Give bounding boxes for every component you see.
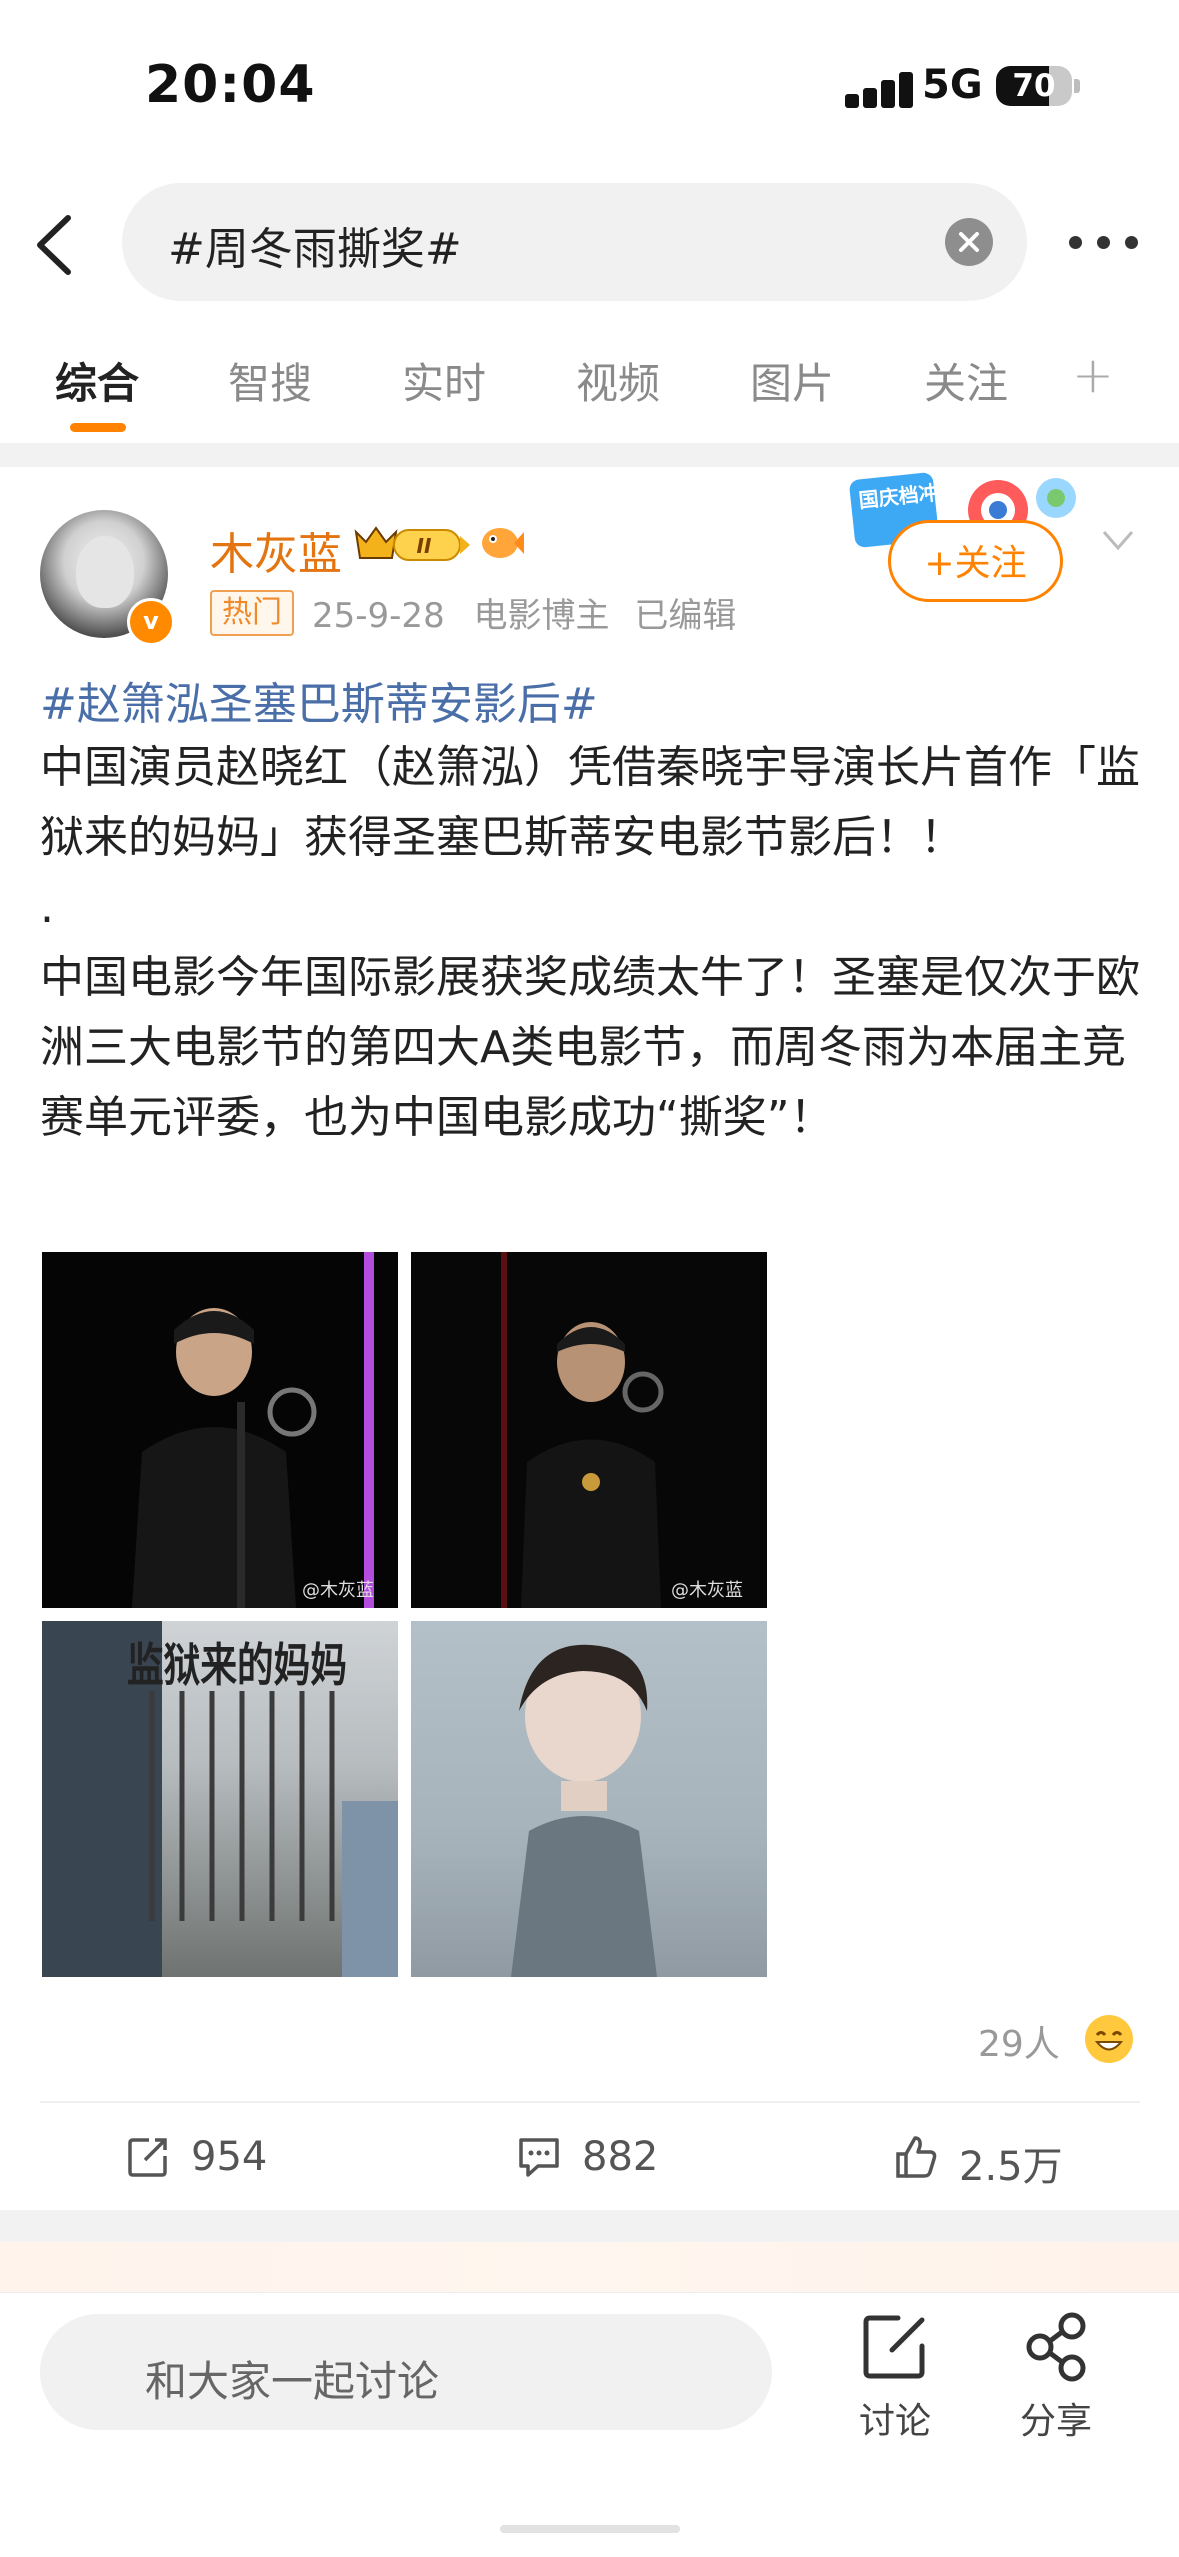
back-icon[interactable] xyxy=(28,210,88,280)
tab-comprehensive[interactable]: 综合 xyxy=(55,350,139,411)
comment-count: 882 xyxy=(582,2134,659,2180)
share-icon[interactable] xyxy=(1020,2310,1094,2384)
author-role: 电影博主 xyxy=(473,596,610,636)
post-image[interactable] xyxy=(411,1621,767,1977)
post-hashtag[interactable]: #赵箫泓圣塞巴斯蒂安影后# xyxy=(40,668,598,732)
next-card-strip xyxy=(0,2242,1179,2292)
repost-icon xyxy=(128,2138,167,2177)
search-query[interactable]: #周冬雨撕奖# xyxy=(168,213,462,277)
thumbs-up-icon xyxy=(896,2136,937,2178)
vip-badge-icon: II xyxy=(352,522,472,566)
chevron-down-icon[interactable] xyxy=(1100,522,1136,558)
post-paragraph: . xyxy=(40,882,54,933)
post-date: 25-9-28 xyxy=(312,596,445,636)
edited-label: 已编辑 xyxy=(634,596,737,636)
network-type: 5G xyxy=(922,62,983,108)
reaction-count[interactable]: 29人 xyxy=(978,2015,1060,2067)
post-paragraph: 中国演员赵晓红（赵箫泓）凭借秦晓宇导演长片首作「监狱来的妈妈」获得圣塞巴斯蒂安电… xyxy=(40,742,1140,863)
post-image[interactable]: @木灰蓝 xyxy=(42,1252,398,1608)
fish-emoji-icon xyxy=(478,520,524,566)
comment-placeholder[interactable]: 和大家一起讨论 xyxy=(145,2348,439,2409)
battery-icon: 70 xyxy=(996,66,1072,106)
status-time: 20:04 xyxy=(145,55,316,115)
section-divider xyxy=(0,443,1179,467)
like-count: 2.5万 xyxy=(959,2144,1063,2190)
comment-icon xyxy=(519,2138,559,2177)
tab-smart-search[interactable]: 智搜 xyxy=(228,350,312,411)
tab-images[interactable]: 图片 xyxy=(750,350,834,411)
discuss-icon[interactable] xyxy=(858,2310,932,2384)
tab-active-indicator xyxy=(70,423,126,432)
vip-level: II xyxy=(417,534,432,558)
section-divider xyxy=(0,2210,1179,2242)
post-body: 中国演员赵晓红（赵箫泓）凭借秦晓宇导演长片首作「监狱来的妈妈」获得圣塞巴斯蒂安电… xyxy=(40,733,1150,1153)
repost-count: 954 xyxy=(191,2134,268,2180)
post-image[interactable]: 监狱来的妈妈 xyxy=(42,1621,398,1977)
image-watermark: @木灰蓝 xyxy=(671,1580,743,1601)
comment-button[interactable]: 882 xyxy=(516,2128,686,2188)
tab-realtime[interactable]: 实时 xyxy=(402,350,486,411)
share-label[interactable]: 分享 xyxy=(1020,2392,1092,2444)
verified-badge-icon: v xyxy=(127,598,175,646)
like-button[interactable]: 2.5万 xyxy=(893,2128,1093,2190)
post-paragraph: 中国电影今年国际影展获奖成绩太牛了！圣塞是仅次于欧洲三大电影节的第四大A类电影节… xyxy=(40,952,1140,1143)
more-icon[interactable] xyxy=(1065,222,1145,262)
image-watermark: @木灰蓝 xyxy=(302,1580,374,1601)
action-separator xyxy=(40,2101,1140,2103)
tab-video[interactable]: 视频 xyxy=(576,350,660,411)
author-name[interactable]: 木灰蓝 xyxy=(210,518,342,582)
discuss-label[interactable]: 讨论 xyxy=(859,2392,931,2444)
home-indicator xyxy=(500,2525,680,2533)
clear-icon[interactable] xyxy=(945,218,993,266)
hot-tag: 热门 xyxy=(210,590,294,636)
poster-title: 监狱来的妈妈 xyxy=(127,1638,347,1692)
battery-tip xyxy=(1074,79,1080,93)
add-tab-icon[interactable]: + xyxy=(1072,346,1114,404)
battery-level: 70 xyxy=(1012,68,1056,104)
laugh-emoji-icon[interactable] xyxy=(1085,2015,1133,2063)
tab-following[interactable]: 关注 xyxy=(924,350,1008,411)
repost-button[interactable]: 954 xyxy=(125,2128,295,2188)
post-image[interactable]: @木灰蓝 xyxy=(411,1252,767,1608)
post-meta: 25-9-28 电影博主 已编辑 xyxy=(312,588,736,637)
follow-button[interactable]: +关注 xyxy=(888,520,1063,602)
